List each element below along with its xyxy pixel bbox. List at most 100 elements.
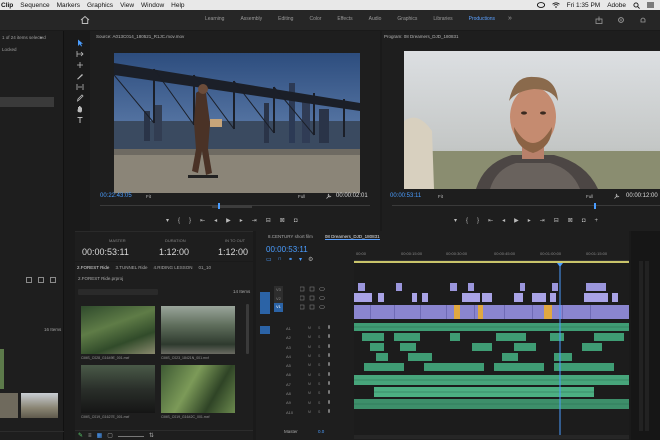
new-item-icon[interactable] — [38, 277, 44, 283]
bin-tab-riding[interactable]: 4.RIDING LESSON — [154, 265, 193, 270]
source-zoom-select[interactable]: Fit — [146, 194, 151, 199]
wrench-icon[interactable] — [326, 193, 332, 199]
type-tool-icon[interactable] — [75, 115, 85, 125]
tab-color[interactable]: Color — [309, 16, 321, 22]
slip-tool-icon[interactable] — [75, 82, 85, 92]
go-to-out-icon[interactable]: ⇥ — [252, 217, 257, 224]
razor-tool-icon[interactable] — [75, 71, 85, 81]
snap-icon[interactable]: ∩ — [278, 256, 282, 263]
bin-tab-0110[interactable]: 01_10 — [199, 265, 212, 270]
linked-selection-icon[interactable]: ⚭ — [288, 256, 293, 263]
step-forward-icon[interactable]: ▸ — [528, 217, 531, 224]
bin-clip-thumb[interactable]: CIMS_C028_G1649E_001.mxf — [81, 306, 155, 362]
program-playhead[interactable] — [594, 203, 596, 209]
go-to-in-icon[interactable]: ⇤ — [200, 217, 205, 224]
sort-icon[interactable]: ⇅ — [149, 432, 154, 439]
source-patch-v1[interactable] — [260, 292, 270, 314]
clip-thumbnail[interactable] — [21, 393, 58, 418]
selection-tool-icon[interactable] — [75, 38, 85, 48]
marker-icon[interactable]: ▾ — [454, 217, 457, 224]
source-playhead[interactable] — [218, 203, 220, 209]
insert-icon[interactable]: ⊟ — [266, 217, 271, 224]
tab-graphics[interactable]: Graphics — [397, 16, 417, 22]
mark-in-icon[interactable]: { — [178, 218, 180, 224]
tab-editing[interactable]: Editing — [278, 16, 293, 22]
gear-icon[interactable] — [617, 16, 625, 26]
hand-tool-icon[interactable] — [75, 104, 85, 114]
bin-search-input[interactable] — [78, 289, 158, 295]
nest-icon[interactable]: ▭ — [266, 256, 272, 263]
wifi-icon[interactable] — [551, 2, 560, 8]
creative-cloud-icon[interactable] — [536, 2, 545, 8]
tab-effects[interactable]: Effects — [337, 16, 352, 22]
bin-tab-tunnel[interactable]: 3.TUNNEL Ride — [115, 265, 147, 270]
clip-thumbnail[interactable] — [0, 393, 18, 418]
program-scrub-bar[interactable] — [392, 205, 660, 209]
menu-markers[interactable]: Markers — [57, 2, 80, 9]
menu-sequence[interactable]: Sequence — [20, 2, 49, 9]
tab-assembly[interactable]: Assembly — [240, 16, 262, 22]
timeline-tracks[interactable] — [354, 263, 629, 435]
program-timecode[interactable]: 00:00:53:11 — [390, 193, 421, 199]
marker-icon[interactable]: ▾ — [166, 217, 169, 224]
step-back-icon[interactable]: ◂ — [214, 217, 217, 224]
bin-tab-forest[interactable]: 2.FOREST Ride — [77, 265, 109, 270]
menu-view[interactable]: View — [120, 2, 134, 9]
mark-in-icon[interactable]: { — [466, 218, 468, 224]
source-patch-a1[interactable] — [260, 326, 270, 334]
sequence-tab-dreamers[interactable]: 08 Dreamers_DJD_180831 — [324, 234, 380, 240]
master-track-value[interactable]: 0.0 — [318, 429, 324, 434]
program-quality-select[interactable]: Full — [586, 194, 593, 199]
freeform-view-icon[interactable]: ▢ — [107, 432, 113, 439]
bin-clip-thumb[interactable]: CIMS_C023_18421N_001.mxf — [161, 306, 235, 362]
search-icon[interactable] — [633, 1, 640, 9]
timeline-scrollbar[interactable] — [354, 435, 629, 439]
extract-icon[interactable]: ⊠ — [568, 217, 573, 224]
tab-libraries[interactable]: Libraries — [433, 16, 452, 22]
play-icon[interactable]: ▶ — [226, 217, 231, 224]
menu-help[interactable]: Help — [171, 2, 184, 9]
mark-out-icon[interactable]: } — [477, 218, 479, 224]
ripple-edit-tool-icon[interactable] — [75, 60, 85, 70]
list-view-icon[interactable]: ≡ — [88, 433, 92, 439]
add-marker-icon[interactable]: ▾ — [299, 256, 302, 263]
overwrite-icon[interactable]: ⊠ — [280, 217, 285, 224]
program-zoom-select[interactable]: Fit — [438, 194, 443, 199]
add-button-icon[interactable]: + — [594, 218, 598, 224]
mark-out-icon[interactable]: } — [189, 218, 191, 224]
pen-tool-icon[interactable] — [75, 93, 85, 103]
track-select-tool-icon[interactable] — [75, 49, 85, 59]
step-forward-icon[interactable]: ▸ — [240, 217, 243, 224]
bin-scrollbar[interactable] — [246, 304, 249, 354]
menu-list-icon[interactable] — [647, 2, 654, 8]
lift-icon[interactable]: ⊟ — [554, 217, 559, 224]
zoom-slider[interactable] — [117, 435, 144, 437]
bin-clip-thumb[interactable]: CIMS_C019_G1627E_001.mxf — [81, 365, 155, 421]
share-icon[interactable] — [595, 16, 603, 26]
project-selected-row[interactable] — [0, 97, 54, 107]
bin-clip-thumb[interactable]: CIMS_C019_G1642C_001.mxf — [161, 365, 235, 421]
track-toggle-icons[interactable]: M S M S M S M S M S M S M S M S M S M S — [299, 286, 350, 426]
menu-clip[interactable]: Clip — [1, 2, 13, 9]
step-back-icon[interactable]: ◂ — [502, 217, 505, 224]
menu-window[interactable]: Window — [141, 2, 164, 9]
tab-audio[interactable]: Audio — [369, 16, 382, 22]
camera-icon[interactable]: ◘ — [582, 218, 586, 224]
tab-productions[interactable]: Productions — [469, 16, 495, 22]
source-timecode[interactable]: 00:22:43:05 — [100, 193, 132, 199]
menu-graphics[interactable]: Graphics — [87, 2, 113, 9]
wrench-icon[interactable]: ⚙ — [308, 256, 313, 263]
icon-view-icon[interactable]: ▦ — [97, 432, 103, 439]
trash-icon[interactable] — [50, 277, 56, 283]
sequence-tab-century[interactable]: 8.CENTURY short film — [268, 234, 313, 239]
go-to-in-icon[interactable]: ⇤ — [488, 217, 493, 224]
timeline-clips[interactable] — [354, 263, 629, 435]
pencil-icon[interactable]: ✎ — [78, 432, 83, 439]
wrench-icon[interactable] — [614, 193, 620, 199]
notifications-icon[interactable] — [639, 16, 647, 26]
tab-learning[interactable]: Learning — [205, 16, 224, 22]
new-bin-icon[interactable] — [26, 277, 32, 283]
go-to-out-icon[interactable]: ⇥ — [540, 217, 545, 224]
source-quality-select[interactable]: Full — [298, 194, 305, 199]
play-icon[interactable]: ▶ — [514, 217, 519, 224]
